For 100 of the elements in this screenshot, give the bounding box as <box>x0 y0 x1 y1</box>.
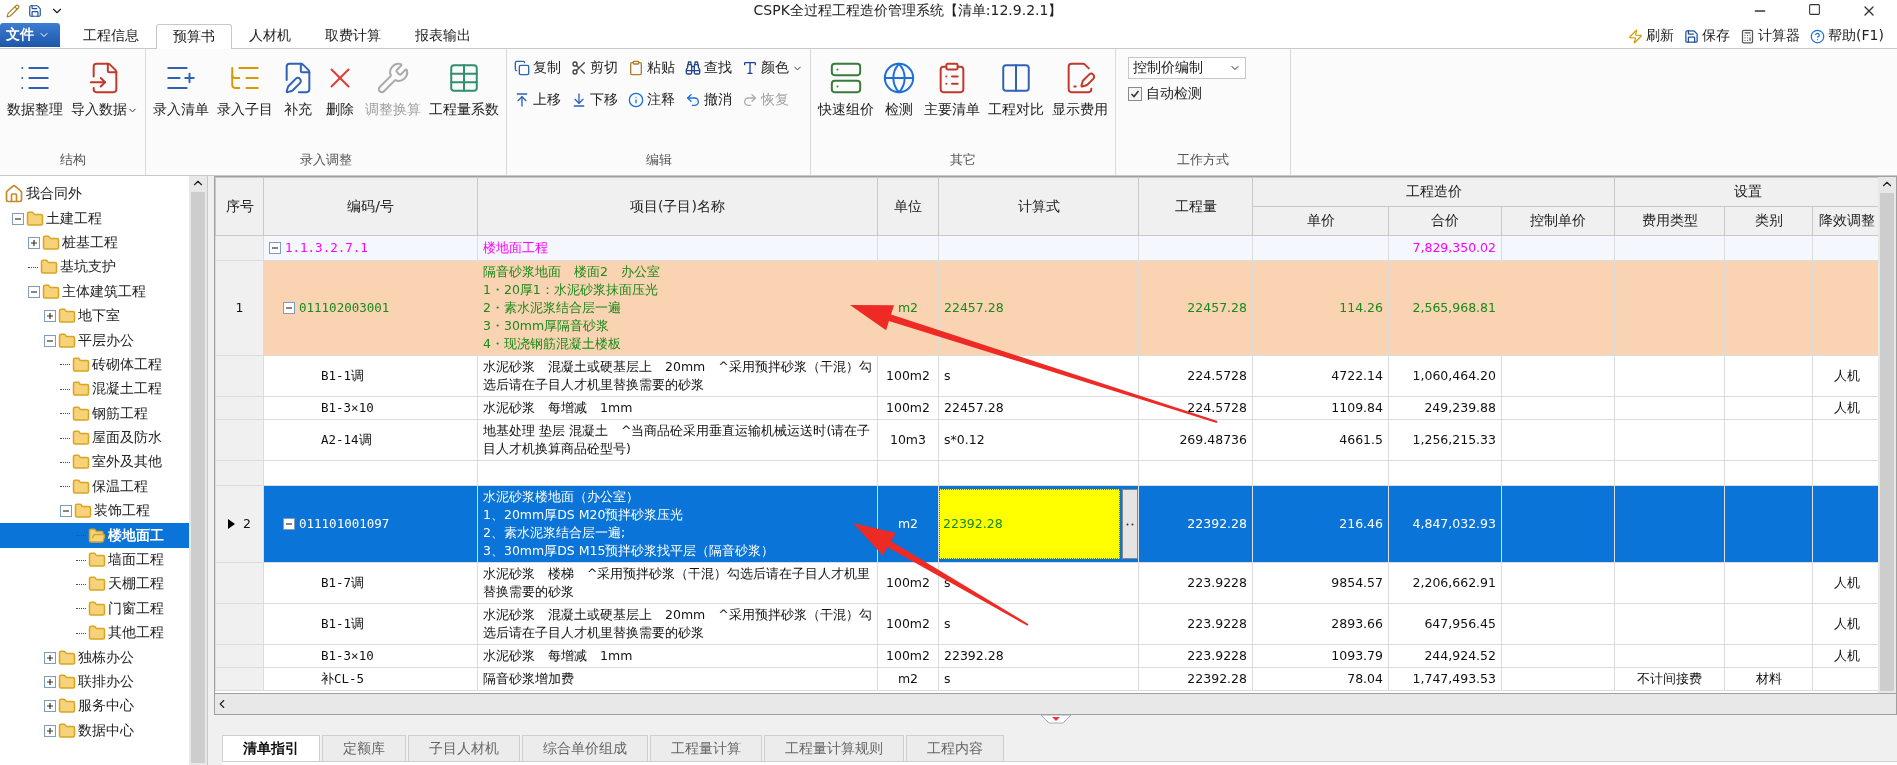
ribbon-button[interactable]: 检测 <box>879 57 919 123</box>
column-header[interactable]: 降效调整 <box>1812 206 1878 236</box>
toolbar-button[interactable]: 计算器 <box>1735 24 1806 48</box>
tree-item[interactable]: 装饰工程 <box>0 499 189 524</box>
table-row[interactable]: A2-14调 地基处理 垫层 混凝土 ^当商品砼采用垂直运输机械运送时(请在子目人才机换算商品砼型号) 10m3 s*0.12 269.48736 4661.5 1,256,215.33 <box>215 419 1878 461</box>
menu-tab[interactable]: 报表输出 <box>398 23 488 48</box>
collapse-icon[interactable] <box>44 334 56 347</box>
tree-item[interactable]: 平层办公 <box>0 328 189 353</box>
expand-icon[interactable] <box>44 724 56 737</box>
toolbar-button[interactable]: 查找 <box>682 57 735 79</box>
column-header[interactable]: 项目(子目)名称 <box>477 177 878 236</box>
tree-item[interactable]: 服务中心 <box>0 694 189 719</box>
save-icon[interactable] <box>28 4 42 18</box>
toolbar-button[interactable]: 撤消 <box>682 89 735 111</box>
column-header[interactable]: 类别 <box>1724 206 1813 236</box>
edit-icon[interactable] <box>6 4 20 18</box>
ribbon-button[interactable]: 快速组价 <box>815 57 877 123</box>
ribbon-button[interactable]: 工程对比 <box>985 57 1047 123</box>
tree-item[interactable]: 其他工程 <box>0 621 189 646</box>
menu-tab[interactable]: 工程信息 <box>66 23 156 48</box>
collapse-icon[interactable] <box>12 212 24 225</box>
expand-icon[interactable] <box>44 700 56 713</box>
collapse-icon[interactable] <box>283 302 295 314</box>
ribbon-button[interactable]: 补充 <box>278 57 318 123</box>
restore-icon[interactable] <box>1808 3 1821 16</box>
toolbar-button[interactable]: 注释 <box>625 89 678 111</box>
table-row[interactable]: 补CL-5 隔音砂浆增加费 m2 s 22392.28 78.04 1,747,493.53 不计间接费 材料 <box>215 667 1878 691</box>
table-row[interactable]: B1-3×10 水泥砂浆 每增减 1mm 100m2 22457.28 224.5728 1109.84 249,239.88 人机 <box>215 396 1878 420</box>
tree-item[interactable]: 土建工程 <box>0 206 189 231</box>
toolbar-button[interactable]: 刷新 <box>1623 24 1680 48</box>
tree-item[interactable]: 我合同外 <box>0 182 189 207</box>
column-header[interactable]: 控制单价 <box>1501 206 1615 236</box>
column-header[interactable]: 费用类型 <box>1614 206 1725 236</box>
ribbon-button[interactable]: 录入子目 <box>214 57 276 123</box>
ribbon-button[interactable]: 工程量系数 <box>426 57 502 123</box>
tree-item[interactable]: 保温工程 <box>0 474 189 500</box>
tree-item[interactable]: 主体建筑工程 <box>0 279 189 304</box>
column-header[interactable]: 计算式 <box>938 177 1139 236</box>
panel-tab[interactable]: 清单指引 <box>222 735 320 761</box>
tree-item[interactable]: 门窗工程 <box>0 596 189 622</box>
toolbar-button[interactable]: 下移 <box>568 89 621 111</box>
toolbar-button[interactable]: 帮助(F1) <box>1805 24 1889 48</box>
collapse-panel-icon[interactable] <box>1040 715 1071 725</box>
menu-tab[interactable]: 预算书 <box>156 24 232 49</box>
tree-item[interactable]: 屋面及防水 <box>0 425 189 451</box>
tree-item[interactable]: 砖砌体工程 <box>0 352 189 378</box>
panel-tab[interactable]: 工程量计算 <box>650 735 762 761</box>
tree-item[interactable]: 钢筋工程 <box>0 401 189 426</box>
tree-item[interactable]: 天棚工程 <box>0 572 189 597</box>
tree-item[interactable]: 楼地面工 <box>0 523 189 548</box>
expand-icon[interactable] <box>44 651 56 664</box>
tree-item[interactable]: 数据中心 <box>0 718 189 743</box>
expand-icon[interactable] <box>28 236 40 249</box>
table-row[interactable]: B1-1调 水泥砂浆 混凝土或硬基层上 20mm ^采用预拌砂浆（干混）勾选后请在子目人才机里替换需要的砂浆 100m2 s 223.9228 2893.66 647,956.45 人机 <box>215 603 1878 645</box>
ribbon-button[interactable]: 主要清单 <box>921 57 983 123</box>
tree-item[interactable]: 联排办公 <box>0 669 189 695</box>
collapse-icon[interactable] <box>60 505 72 518</box>
column-header[interactable]: 合价 <box>1388 206 1502 236</box>
panel-tab[interactable]: 工程量计算规则 <box>764 735 904 761</box>
panel-tab[interactable]: 工程内容 <box>906 735 1004 761</box>
tree-item[interactable]: 桩基工程 <box>0 230 189 256</box>
mode-select[interactable]: 控制价编制 <box>1128 57 1246 79</box>
toolbar-button[interactable]: 颜色 <box>739 57 806 79</box>
ribbon-button[interactable]: 显示费用 <box>1049 57 1111 123</box>
expand-icon[interactable] <box>44 310 56 323</box>
ribbon-button[interactable]: 录入清单 <box>150 57 212 123</box>
column-header[interactable]: 编码/号 <box>263 177 478 236</box>
collapse-icon[interactable] <box>28 285 40 298</box>
scrollbar-thumb[interactable] <box>191 192 205 763</box>
file-menu-button[interactable]: 文件 <box>0 23 60 47</box>
tree-item[interactable]: 独栋办公 <box>0 645 189 670</box>
table-row[interactable]: B1-1调 水泥砂浆 混凝土或硬基层上 20mm ^采用预拌砂浆（干混）勾选后请在子目人才机里替换需要的砂浆 100m2 s 224.5728 4722.14 1,060,464.20 人机 <box>215 355 1878 397</box>
collapse-icon[interactable] <box>269 242 281 254</box>
toolbar-button[interactable]: 上移 <box>511 89 564 111</box>
table-row[interactable]: 2 011101001097 水泥砂浆楼地面（办公室） 1、20mm厚DS M20预拌砂浆压光 2、素水泥浆结合层一遍; 3、30mm厚DS M15预拌砂浆找平层（隔音砂浆） m2 22392.28 22392.28 216.46 4,847,032.93 <box>215 485 1878 563</box>
scrollbar-thumb[interactable] <box>1880 193 1894 691</box>
tree-item[interactable]: 室外及其他 <box>0 450 189 475</box>
collapse-icon[interactable] <box>283 518 295 530</box>
column-header[interactable]: 单位 <box>877 177 939 236</box>
toolbar-button[interactable]: 粘贴 <box>625 57 678 79</box>
panel-tab[interactable]: 定额库 <box>322 735 406 761</box>
toolbar-button[interactable]: 保存 <box>1679 24 1736 48</box>
checkbox[interactable] <box>1128 87 1142 101</box>
table-row[interactable]: 1 011102003001 隔音砂浆地面 楼面2 办公室 1・20厚1：水泥砂浆抹面压光 2・素水泥浆结合层一遍 3・30mm厚隔音砂浆 4・现浇钢筋混凝土楼板 m2 22457.28 22457.28 114.26 2,565,968.81 <box>215 260 1878 356</box>
ellipsis-button[interactable] <box>1122 489 1138 559</box>
formula-input[interactable]: 22392.28 <box>939 489 1120 559</box>
table-row[interactable]: B1-3×10 水泥砂浆 每增减 1mm 100m2 22392.28 223.9228 1093.79 244,924.52 人机 <box>215 644 1878 668</box>
column-header[interactable]: 工程量 <box>1138 177 1253 236</box>
toolbar-button[interactable]: 复制 <box>511 57 564 79</box>
panel-tab[interactable]: 综合单价组成 <box>522 735 648 761</box>
column-header[interactable]: 序号 <box>215 177 264 236</box>
tree-item[interactable]: 地下室 <box>0 303 189 329</box>
ribbon-button[interactable]: 导入数据 <box>68 57 141 123</box>
column-header[interactable]: 单价 <box>1252 206 1389 236</box>
tree-item[interactable]: 基坑支护 <box>0 255 189 280</box>
menu-tab[interactable]: 取费计算 <box>308 23 398 48</box>
menu-tab[interactable]: 人材机 <box>232 23 308 48</box>
ribbon-button[interactable]: 删除 <box>320 57 360 123</box>
toolbar-button[interactable]: 剪切 <box>568 57 621 79</box>
panel-tab[interactable]: 子目人材机 <box>408 735 520 761</box>
